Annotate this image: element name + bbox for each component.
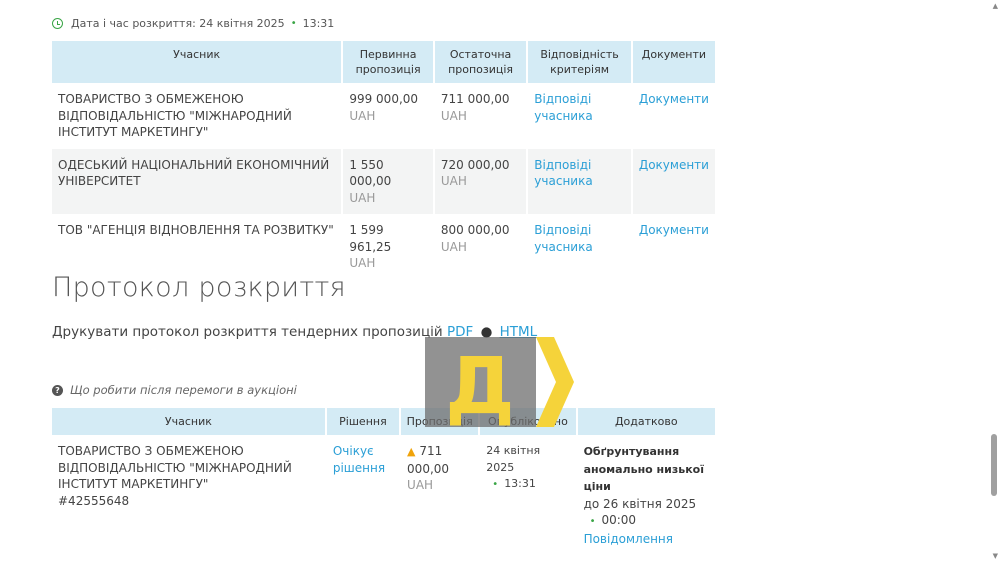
dot-separator: • — [290, 18, 297, 29]
col-final-offer: Остаточна пропозиція — [434, 41, 527, 83]
warning-icon: ▲ — [407, 445, 416, 458]
final-offer: 720 000,00 UAH — [434, 148, 527, 214]
watermark: Д — [425, 337, 575, 427]
criteria-answers-link[interactable]: Відповіді учасника — [534, 92, 592, 123]
print-label: Друкувати протокол розкриття тендерних п… — [52, 324, 443, 340]
dot-separator: • — [589, 516, 596, 527]
criteria-answers-link[interactable]: Відповіді учасника — [534, 223, 592, 254]
documents-link[interactable]: Документи — [639, 158, 709, 172]
documents-link[interactable]: Документи — [639, 223, 709, 237]
participant-name: ОДЕСЬКИЙ НАЦІОНАЛЬНИЙ ЕКОНОМІЧНИЙ УНІВЕР… — [52, 148, 342, 214]
protocol-title: Протокол розкриття — [52, 272, 346, 303]
col-additional: Додатково — [577, 408, 715, 435]
anomaly-title: Обґрунтування аномально низької ціни — [583, 445, 705, 493]
opening-date-label: Дата і час розкриття: 24 квітня 2025 — [71, 17, 285, 30]
offer-cell: ▲ 711 000,00 UAH — [401, 435, 478, 555]
notice-link[interactable]: Повідомлення — [584, 532, 673, 546]
col-documents: Документи — [632, 41, 715, 83]
table-row: ТОВАРИСТВО З ОБМЕЖЕНОЮ ВІДПОВІДАЛЬНІСТЮ … — [52, 83, 715, 149]
published-time: 13:31 — [504, 477, 536, 490]
final-offer: 800 000,00 UAH — [440, 223, 510, 254]
table-row: ТОВ "АГЕНЦІЯ ВІДНОВЛЕННЯ ТА РОЗВИТКУ" 1 … — [52, 214, 715, 280]
participant-name: ТОВАРИСТВО З ОБМЕЖЕНОЮ ВІДПОВІДАЛЬНІСТЮ … — [58, 92, 292, 139]
scroll-down-arrow[interactable]: ▼ — [993, 552, 998, 560]
final-offer: 711 000,00 UAH — [440, 92, 510, 123]
bids-table: Учасник Первинна пропозиція Остаточна пр… — [50, 41, 717, 280]
additional-cell: Обґрунтування аномально низької ціни до … — [578, 435, 715, 555]
watermark-logo-icon: Д — [445, 337, 574, 427]
anomaly-time: 00:00 — [601, 513, 637, 527]
initial-offer: 1 550 000,00 UAH — [343, 148, 433, 214]
winner-table-header: Учасник Рішення Пропозиція Опубліковано … — [52, 408, 715, 435]
anomaly-deadline: до 26 квітня 2025 — [583, 496, 697, 511]
documents-link[interactable]: Документи — [639, 92, 709, 106]
col-decision: Рішення — [326, 408, 400, 435]
published-cell: 24 квітня 2025 • 13:31 — [480, 435, 575, 555]
question-icon: ? — [52, 384, 63, 396]
table-row: ОДЕСЬКИЙ НАЦІОНАЛЬНИЙ ЕКОНОМІЧНИЙ УНІВЕР… — [52, 148, 715, 214]
initial-offer: 1 599 961,25 UAH — [349, 223, 392, 270]
participant-cell: ТОВАРИСТВО З ОБМЕЖЕНОЮ ВІДПОВІДАЛЬНІСТЮ … — [52, 435, 325, 555]
col-initial-offer: Первинна пропозиція — [343, 41, 433, 83]
opening-date: Дата і час розкриття: 24 квітня 2025 • 1… — [52, 17, 334, 30]
dot-separator: • — [492, 479, 499, 490]
bids-table-header: Учасник Первинна пропозиція Остаточна пр… — [52, 41, 715, 83]
faq-link[interactable]: ? Що робити після перемоги в аукціоні — [52, 383, 297, 397]
published-date: 24 квітня 2025 — [486, 444, 541, 474]
watermark-letter: Д — [445, 342, 514, 427]
winner-table: Учасник Рішення Пропозиція Опубліковано … — [50, 408, 717, 555]
offer-currency: UAH — [407, 478, 434, 492]
scrollbar-thumb[interactable] — [991, 434, 997, 496]
decision-link[interactable]: Очікує рішення — [333, 444, 385, 475]
table-row: ТОВАРИСТВО З ОБМЕЖЕНОЮ ВІДПОВІДАЛЬНІСТЮ … — [52, 435, 715, 555]
participant-name: ТОВАРИСТВО З ОБМЕЖЕНОЮ ВІДПОВІДАЛЬНІСТЮ … — [58, 444, 292, 491]
participant-code: #42555648 — [58, 493, 130, 508]
col-participant: Учасник — [52, 408, 325, 435]
col-criteria: Відповідність критеріям — [528, 41, 631, 83]
scroll-up-arrow[interactable]: ▲ — [993, 2, 998, 10]
clock-icon — [52, 18, 63, 29]
participant-name: ТОВ "АГЕНЦІЯ ВІДНОВЛЕННЯ ТА РОЗВИТКУ" — [58, 223, 334, 237]
col-participant: Учасник — [52, 41, 342, 83]
opening-time: 13:31 — [302, 17, 335, 30]
initial-offer: 999 000,00 UAH — [349, 92, 419, 123]
faq-text: Що робити після перемоги в аукціоні — [70, 383, 297, 397]
criteria-answers-link[interactable]: Відповіді учасника — [534, 158, 592, 189]
